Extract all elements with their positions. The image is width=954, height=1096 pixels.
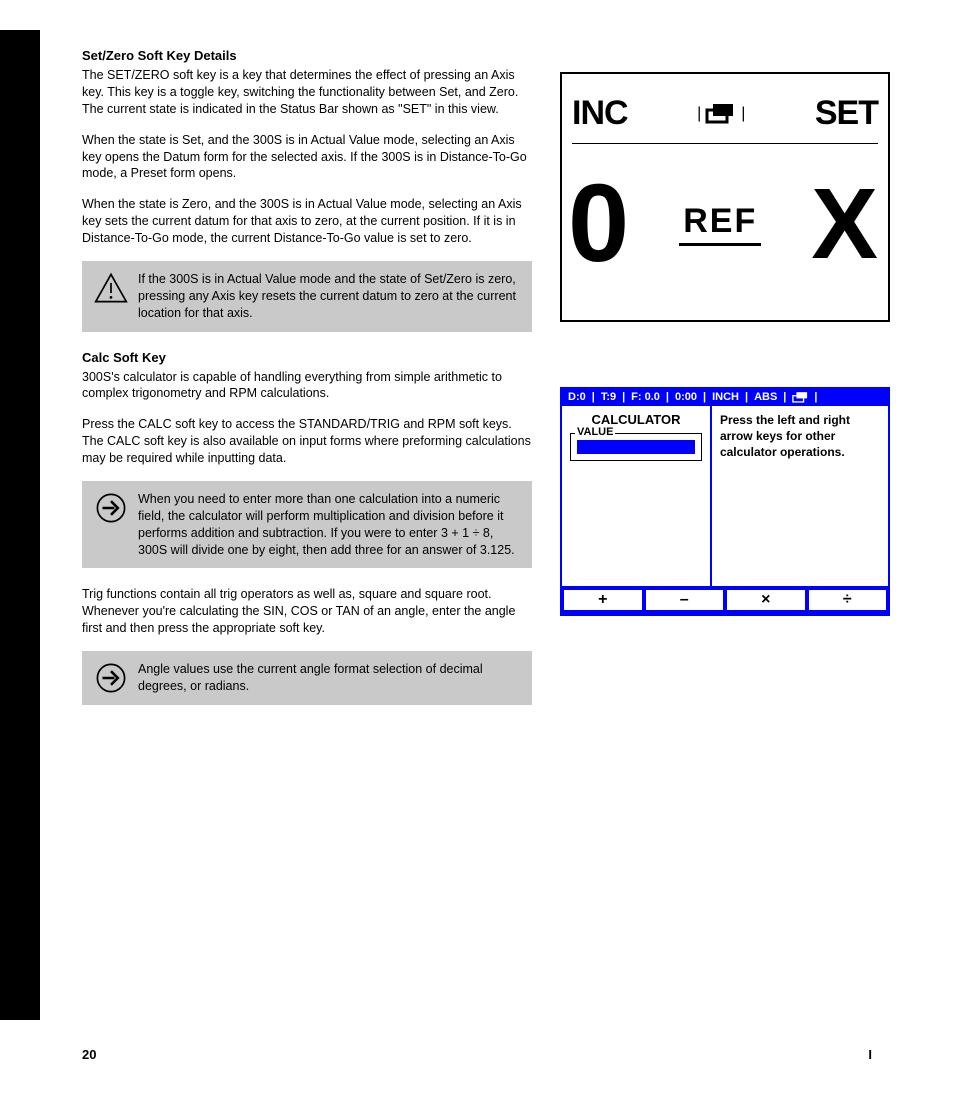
callout-text: Angle values use the current angle forma… xyxy=(138,661,520,695)
value-input[interactable] xyxy=(577,440,695,454)
value-fieldset: VALUE xyxy=(570,433,702,461)
dro-display-figure: INC | | SET 0 REF X xyxy=(560,72,890,322)
status-unit: INCH xyxy=(712,391,739,403)
arrow-icon xyxy=(94,491,128,525)
callout-text: When you need to enter more than one cal… xyxy=(138,491,520,559)
callout-text: If the 300S is in Actual Value mode and … xyxy=(138,271,520,322)
para: Trig functions contain all trig operator… xyxy=(82,586,532,637)
heading-calc: Calc Soft Key xyxy=(82,350,532,365)
axis-x: X xyxy=(811,174,878,274)
status-f: F: 0.0 xyxy=(631,391,660,403)
status-d: D:0 xyxy=(568,391,586,403)
calculator-screen-figure: D:0| T:9| F: 0.0| 0:00| INCH| ABS | | CA… xyxy=(560,387,890,616)
para: When the state is Set, and the 300S is i… xyxy=(82,132,532,183)
para: 300S's calculator is capable of handling… xyxy=(82,369,532,403)
calc-title: CALCULATOR xyxy=(570,412,702,427)
value-zero: 0 xyxy=(568,169,629,279)
warning-icon xyxy=(94,271,128,305)
info-callout: When you need to enter more than one cal… xyxy=(82,481,532,569)
datum-icon xyxy=(792,392,808,403)
softkey-minus[interactable]: – xyxy=(646,590,724,610)
datum-icon: | | xyxy=(697,102,745,126)
status-mode: ABS xyxy=(754,391,777,403)
softkey-row: + – × ÷ xyxy=(562,586,888,614)
status-t: T:9 xyxy=(601,391,616,403)
para: When the state is Zero, and the 300S is … xyxy=(82,196,532,247)
page-number: 20 xyxy=(82,1047,96,1062)
mode-set: SET xyxy=(815,94,878,133)
value-legend: VALUE xyxy=(575,426,615,438)
info-callout: Angle values use the current angle forma… xyxy=(82,651,532,705)
section-side-title: I - 2 General Operations for 300S xyxy=(8,61,36,450)
status-time: 0:00 xyxy=(675,391,697,403)
part-number: I xyxy=(868,1047,872,1062)
softkey-multiply[interactable]: × xyxy=(727,590,805,610)
mode-inc: INC xyxy=(572,94,628,133)
arrow-icon xyxy=(94,661,128,695)
status-bar: D:0| T:9| F: 0.0| 0:00| INCH| ABS | | xyxy=(562,389,888,406)
warning-callout: If the 300S is in Actual Value mode and … xyxy=(82,261,532,332)
softkey-divide[interactable]: ÷ xyxy=(809,590,887,610)
softkey-plus[interactable]: + xyxy=(564,590,642,610)
heading-setzero: Set/Zero Soft Key Details xyxy=(82,48,532,63)
ref-label: REF xyxy=(679,202,761,246)
para: The SET/ZERO soft key is a key that dete… xyxy=(82,67,532,118)
para: Press the CALC soft key to access the ST… xyxy=(82,416,532,467)
hint-text: Press the left and right arrow keys for … xyxy=(720,412,880,461)
